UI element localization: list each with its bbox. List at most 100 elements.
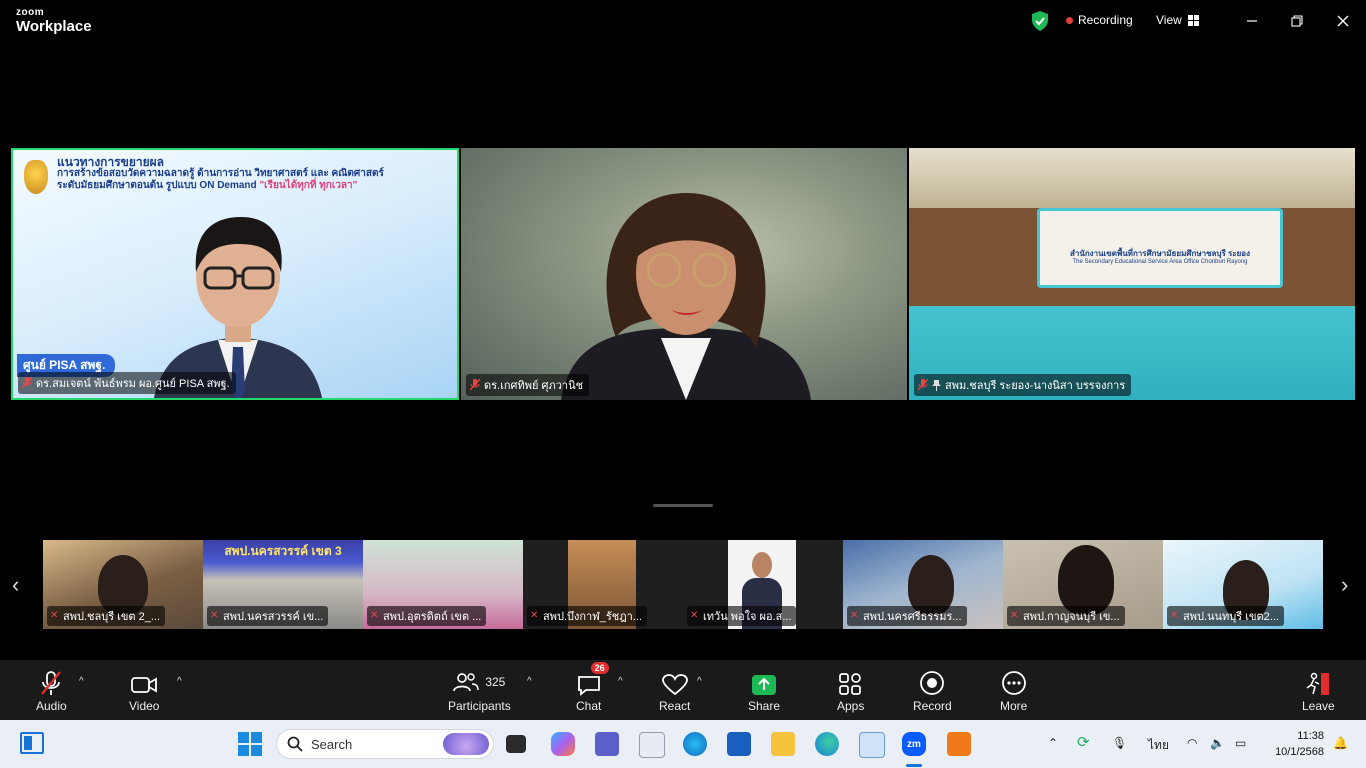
taskbar-search-box[interactable]: Search [276,729,494,759]
participant-name: สพป.นครศรีธรรมร... [863,611,962,623]
mic-muted-icon: ✕ [690,610,699,621]
task-view-icon[interactable] [506,735,526,753]
participant-name: สพป.กาญจนบุรี เข... [1023,611,1120,623]
video-tile-speaker-3[interactable]: สำนักงานเขตพื้นที่การศึกษามัธยมศึกษาชลบุ… [909,148,1355,400]
apps-button[interactable]: Apps [837,668,864,713]
input-language[interactable]: ไทย [1148,736,1169,755]
thumbnail-banner: สพป.นครสวรรค์ เขต 3 [224,544,342,558]
participants-label: Participants [448,699,511,713]
minimize-button[interactable] [1240,10,1264,32]
sync-icon[interactable]: ⟳ [1077,733,1090,751]
recording-label: Recording [1078,13,1133,27]
participant-name-label: ✕ สพป.นนทบุรี เขต2... [1167,606,1284,626]
prev-page-button[interactable]: ‹ [12,572,19,598]
audio-button[interactable]: Audio [36,668,67,713]
widgets-icon[interactable] [20,732,44,754]
participant-video [1058,545,1114,615]
thumbnail-tile[interactable]: ✕ สพป.อุตรดิตถ์ เขต ... [363,540,523,629]
share-label: Share [748,699,781,713]
taskbar-clock[interactable]: 11:38 10/1/2568 [1268,728,1324,760]
pdf-app-icon[interactable] [947,732,971,756]
react-button[interactable]: React [659,668,690,713]
apps-label: Apps [837,699,865,713]
network-app-icon[interactable] [683,732,707,756]
participants-options-caret[interactable]: ^ [527,676,532,687]
video-options-caret[interactable]: ^ [177,676,182,687]
shield-check-icon[interactable] [1031,11,1049,31]
participant-name-label: ✕ สพป.นครศรีธรรมร... [847,606,967,626]
view-label: View [1156,13,1182,27]
zoom-taskbar-icon[interactable]: zm [902,732,926,756]
thumbnail-tile[interactable]: สพป.นครสวรรค์ เขต 3 ✕ สพป.นครสวรรค์ เข... [203,540,363,629]
microphone-tray-icon[interactable]: 🎙 [1112,736,1127,750]
document-app-icon[interactable] [639,732,665,758]
active-app-indicator [906,764,922,767]
chevron-up-icon: ⌃ [1048,736,1059,750]
participant-name-label: ✕ สพป.อุตรดิตถ์ เขต ... [367,606,487,626]
wifi-icon[interactable]: ◠ [1187,736,1197,750]
file-explorer-icon[interactable] [771,732,795,756]
battery-icon[interactable]: ▭ [1235,736,1246,750]
video-camera-icon [131,677,158,693]
slide-title: แนวทางการขยายผล [57,155,165,169]
chat-options-caret[interactable]: ^ [618,676,623,687]
share-button[interactable]: Share [748,668,780,713]
restore-button[interactable] [1285,10,1309,32]
snipping-tool-icon[interactable] [859,732,885,758]
volume-icon[interactable]: 🔈 [1210,736,1225,750]
video-button[interactable]: Video [129,668,159,713]
participant-name-label: สพม.ชลบุรี ระยอง-นางนิสา บรรจงการ [914,374,1132,396]
chevron-right-icon: › [1341,572,1349,597]
chevron-left-icon: ‹ [12,572,20,597]
windows-start-icon[interactable] [238,732,262,756]
video-tile-speaker-2[interactable]: ดร.เกศทิพย์ ศุภวานิช [461,148,907,400]
mic-muted-icon [41,671,62,695]
leave-door-icon [1306,672,1330,695]
edge-browser-icon[interactable] [815,732,839,756]
title-bar: zoom Workplace Recording View [0,0,1366,44]
thumbnail-tile[interactable]: ✕ สพป.นนทบุรี เขต2... [1163,540,1323,629]
participant-name: สพม.ชลบุรี ระยอง-นางนิสา บรรจงการ [945,380,1126,392]
resize-handle[interactable] [653,504,713,507]
thumbnail-tile[interactable]: ✕ สพป.ชลบุรี เขต 2_... [43,540,203,629]
show-hidden-icons-button[interactable]: ⌃ [1048,736,1058,750]
participant-video [153,217,323,398]
participants-button[interactable]: 325 Participants [448,668,511,713]
video-tile-speaker-1[interactable]: แนวทางการขยายผล การสร้างข้อสอบวัดความฉลา… [11,148,459,400]
close-icon [1337,15,1349,27]
thumbnail-tile[interactable]: ✕ สพป.บึงกาฬ_รัชฎา... [523,540,683,629]
next-page-button[interactable]: › [1341,572,1348,598]
mic-muted-icon [22,377,32,389]
copilot-icon[interactable] [551,732,575,756]
windows-taskbar: Search zm ⌃ ⟳ 🎙 ไทย ◠ 🔈 ▭ 11:38 10/1/256… [0,720,1366,768]
recording-indicator[interactable]: Recording [1066,13,1133,27]
mic-muted-icon: ✕ [1170,610,1179,621]
slide-subtitle-2: ระดับมัธยมศึกษาตอนต้น รูปแบบ ON Demand "… [57,180,384,192]
participant-name-label: ดร.เกศทิพย์ ศุภวานิช [466,374,590,396]
store-icon[interactable] [727,732,751,756]
brand-large: Workplace [16,18,92,35]
mic-muted-icon: ✕ [530,610,539,621]
audio-options-caret[interactable]: ^ [79,676,84,687]
thumbnail-tile[interactable]: ✕ เทวัน พอใจ ผอ.ส... [683,540,843,629]
participant-name: สพป.ชลบุรี เขต 2_... [63,611,161,623]
react-options-caret[interactable]: ^ [697,676,702,687]
chat-button[interactable]: 26 Chat [576,662,609,713]
thumbnail-tile[interactable]: ✕ สพป.กาญจนบุรี เข... [1003,540,1163,629]
minimize-icon [1247,20,1257,22]
mic-muted-icon [470,379,480,391]
close-button[interactable] [1331,10,1355,32]
thumbnail-tile[interactable]: ✕ สพป.นครศรีธรรมร... [843,540,1003,629]
view-button[interactable]: View [1156,13,1199,27]
participant-name-label: ✕ สพป.ชลบุรี เขต 2_... [47,606,166,626]
participants-count: 325 [485,675,506,689]
record-button[interactable]: Record [913,668,952,713]
participant-name: สพป.นนทบุรี เขต2... [1183,611,1279,623]
notification-icon[interactable]: 🔔 [1333,736,1348,750]
banner-subtitle: The Secondary Educational Service Area O… [1072,259,1248,265]
slide-subtitle-2a: ระดับมัธยมศึกษาตอนต้น รูปแบบ ON Demand [57,180,257,191]
participant-name-label: ✕ สพป.กาญจนบุรี เข... [1007,606,1125,626]
more-button[interactable]: More [1000,668,1027,713]
leave-button[interactable]: Leave [1302,668,1335,713]
teams-icon[interactable] [595,732,619,756]
